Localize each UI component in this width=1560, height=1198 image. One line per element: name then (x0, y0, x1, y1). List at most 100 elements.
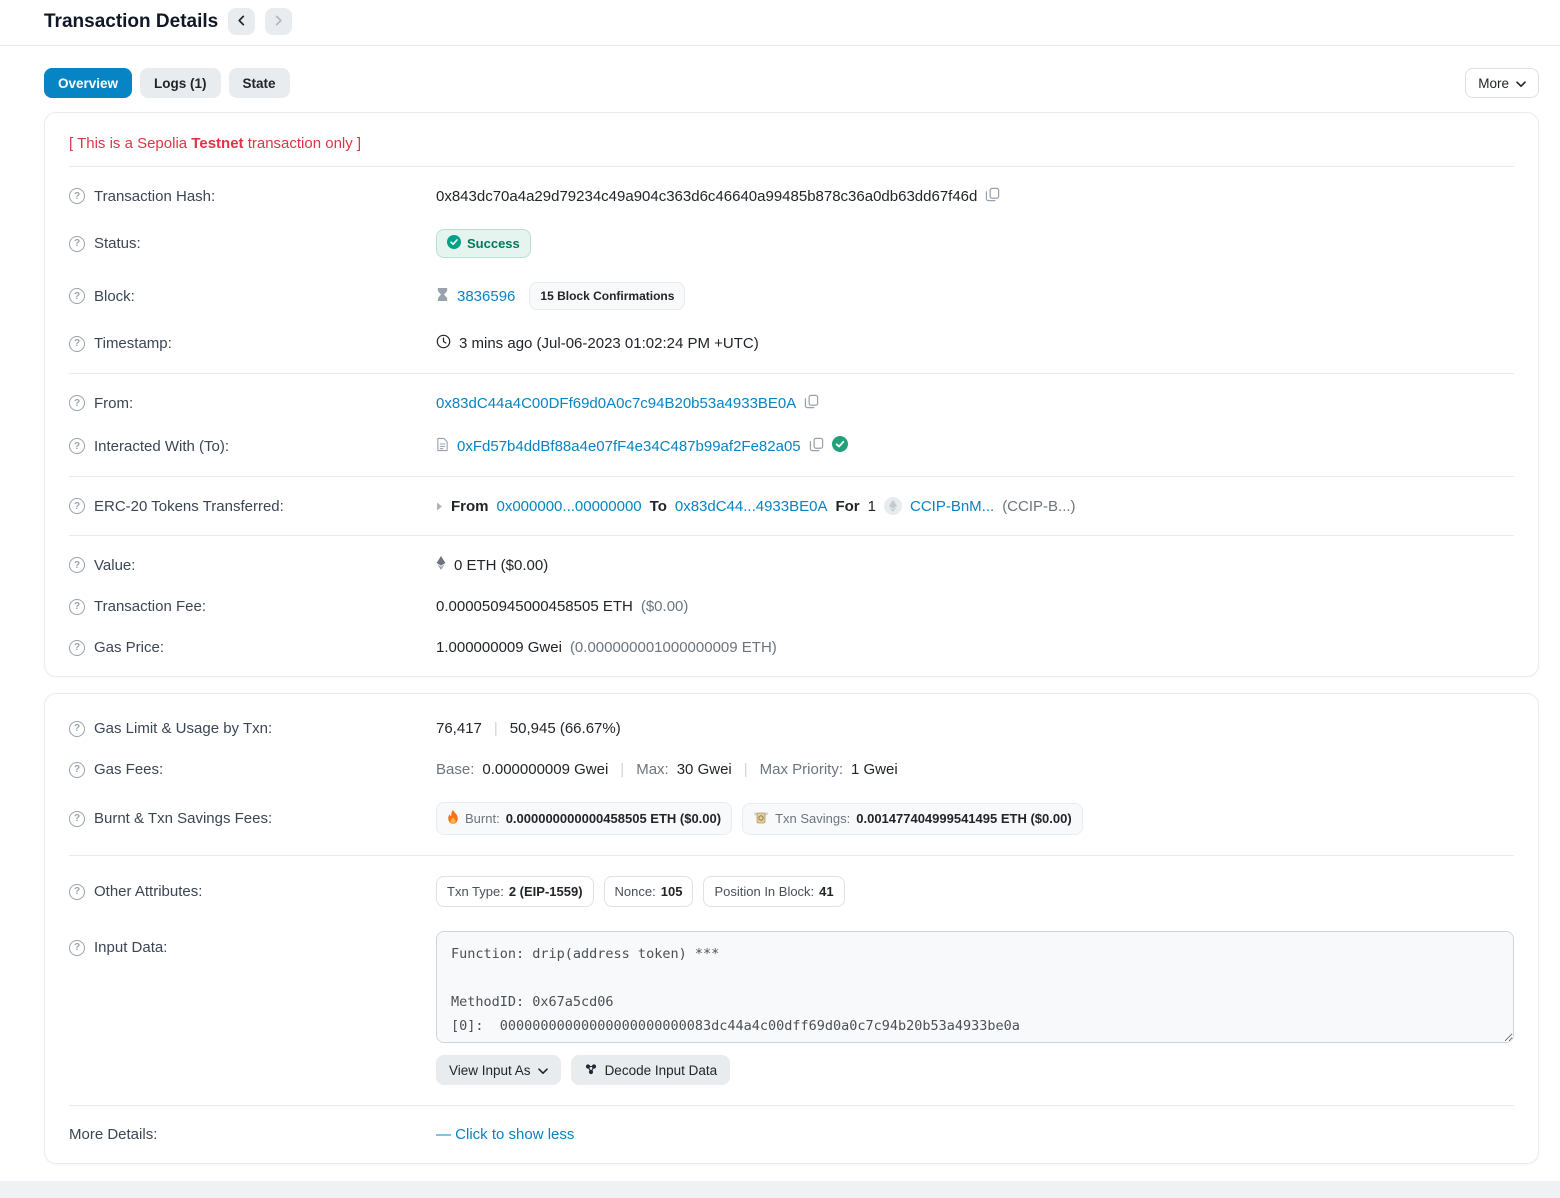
tab-logs[interactable]: Logs (1) (140, 68, 221, 98)
pipe-separator: | (740, 761, 752, 778)
gas-fees-row: ? Gas Fees: Base: 0.000000009 Gwei | Max… (69, 749, 1514, 790)
block-label: Block: (94, 288, 135, 305)
help-icon[interactable]: ? (69, 721, 85, 737)
help-icon[interactable]: ? (69, 557, 85, 573)
value-row: ? Value: 0 ETH ($0.00) (69, 544, 1514, 586)
eth-diamond-icon (436, 556, 446, 574)
timestamp-label: Timestamp: (94, 335, 172, 352)
help-icon[interactable]: ? (69, 884, 85, 900)
transaction-hash-value: 0x843dc70a4a29d79234c49a904c363d6c46640a… (436, 188, 977, 205)
block-confirmations-badge: 15 Block Confirmations (529, 282, 685, 310)
txn-savings-word: Txn Savings: (775, 811, 850, 826)
timestamp-row: ? Timestamp: 3 mins ago (Jul-06-2023 01:… (69, 322, 1514, 365)
divider (69, 373, 1514, 374)
chevron-left-icon (236, 14, 247, 29)
chevron-down-icon (1516, 76, 1526, 91)
testnet-banner-bold: Testnet (191, 135, 243, 152)
gas-price-row: ? Gas Price: 1.000000009 Gwei (0.0000000… (69, 627, 1514, 668)
interacted-with-row: ? Interacted With (To): 0xFd57b4ddBf88a4… (69, 424, 1514, 468)
help-icon[interactable]: ? (69, 498, 85, 514)
pipe-separator: | (490, 720, 502, 737)
to-address-link[interactable]: 0xFd57b4ddBf88a4e07fF4e34C487b99af2Fe82a… (457, 438, 801, 455)
more-details-label: More Details: (69, 1126, 157, 1143)
copy-to-address-button[interactable] (809, 437, 824, 455)
help-icon[interactable]: ? (69, 811, 85, 827)
chevron-down-icon (538, 1063, 548, 1078)
help-icon[interactable]: ? (69, 395, 85, 411)
copy-icon (985, 187, 1000, 205)
more-details-row: More Details: — Click to show less (69, 1114, 1514, 1155)
divider (69, 476, 1514, 477)
help-icon[interactable]: ? (69, 940, 85, 956)
input-actions: View Input As Decode Input Data (436, 1055, 1514, 1085)
input-data-textarea[interactable]: Function: drip(address token) *** Method… (436, 931, 1514, 1043)
details-card: ? Gas Limit & Usage by Txn: 76,417 | 50,… (44, 693, 1539, 1164)
transaction-fee-row: ? Transaction Fee: 0.000050945000458505 … (69, 586, 1514, 627)
max-fee-word: Max: (636, 761, 669, 778)
erc20-transfers-row: ? ERC-20 Tokens Transferred: From 0x0000… (69, 485, 1514, 527)
hourglass-icon (436, 287, 449, 306)
burnt-badge: Burnt: 0.000000000000458505 ETH ($0.00) (436, 802, 732, 835)
copy-icon (804, 394, 819, 412)
divider (69, 166, 1514, 167)
help-icon[interactable]: ? (69, 599, 85, 615)
burnt-value: 0.000000000000458505 ETH ($0.00) (506, 811, 721, 826)
value-amount: 0 ETH ($0.00) (454, 557, 548, 574)
burnt-word: Burnt: (465, 811, 500, 826)
help-icon[interactable]: ? (69, 336, 85, 352)
next-transaction-button[interactable] (265, 8, 292, 35)
nonce-value: 105 (661, 884, 683, 899)
money-wings-icon (753, 811, 769, 827)
tab-list: Overview Logs (1) State (44, 68, 290, 98)
gas-limit-label: Gas Limit & Usage by Txn: (94, 720, 272, 737)
help-icon[interactable]: ? (69, 438, 85, 454)
txn-savings-badge: Txn Savings: 0.001477404999541495 ETH ($… (742, 803, 1083, 835)
status-value: Success (467, 236, 520, 251)
base-fee-value: 0.000000009 Gwei (482, 761, 608, 778)
prev-transaction-button[interactable] (228, 8, 255, 35)
tab-overview[interactable]: Overview (44, 68, 132, 98)
token-icon (884, 497, 902, 515)
token-symbol: (CCIP-B...) (1002, 498, 1075, 515)
txn-type-badge: Txn Type: 2 (EIP-1559) (436, 876, 594, 907)
gas-price-eth: (0.000000001000000009 ETH) (570, 639, 777, 656)
transaction-hash-label: Transaction Hash: (94, 188, 215, 205)
position-in-block-badge: Position In Block: 41 (703, 876, 844, 907)
erc20-from-address-link[interactable]: 0x000000...00000000 (497, 498, 642, 515)
verified-check-circle-icon (832, 436, 848, 456)
from-address-link[interactable]: 0x83dC44a4C00DFf69d0A0c7c94B20b53a4933BE… (436, 395, 796, 412)
gas-price-label: Gas Price: (94, 639, 164, 656)
decode-icon (584, 1062, 598, 1079)
transaction-hash-row: ? Transaction Hash: 0x843dc70a4a29d79234… (69, 175, 1514, 217)
pipe-separator: | (616, 761, 628, 778)
chevron-right-icon (273, 14, 284, 29)
nonce-word: Nonce: (615, 884, 656, 899)
status-badge: Success (436, 229, 531, 258)
view-input-as-button[interactable]: View Input As (436, 1055, 561, 1085)
tab-state[interactable]: State (229, 68, 290, 98)
token-name-link[interactable]: CCIP-BnM... (910, 498, 994, 515)
help-icon[interactable]: ? (69, 236, 85, 252)
decode-input-data-button[interactable]: Decode Input Data (571, 1055, 731, 1085)
block-number-link[interactable]: 3836596 (457, 288, 515, 305)
gas-fees-label: Gas Fees: (94, 761, 163, 778)
more-dropdown-button[interactable]: More (1465, 68, 1539, 98)
show-less-link[interactable]: — Click to show less (436, 1126, 574, 1143)
help-icon[interactable]: ? (69, 188, 85, 204)
txn-type-word: Txn Type: (447, 884, 504, 899)
copy-from-address-button[interactable] (804, 394, 819, 412)
overview-card: [ This is a Sepolia Testnet transaction … (44, 112, 1539, 677)
testnet-banner-pre: [ This is a Sepolia (69, 135, 191, 152)
erc20-to-address-link[interactable]: 0x83dC44...4933BE0A (675, 498, 828, 515)
testnet-banner-post: transaction only ] (244, 135, 362, 152)
help-icon[interactable]: ? (69, 762, 85, 778)
gas-limit-value: 76,417 (436, 720, 482, 737)
copy-hash-button[interactable] (985, 187, 1000, 205)
txn-savings-value: 0.001477404999541495 ETH ($0.00) (856, 811, 1071, 826)
contract-file-icon (436, 437, 449, 456)
from-label: From: (94, 395, 133, 412)
help-icon[interactable]: ? (69, 640, 85, 656)
help-icon[interactable]: ? (69, 288, 85, 304)
other-attributes-row: ? Other Attributes: Txn Type: 2 (EIP-155… (69, 864, 1514, 919)
base-fee-word: Base: (436, 761, 474, 778)
